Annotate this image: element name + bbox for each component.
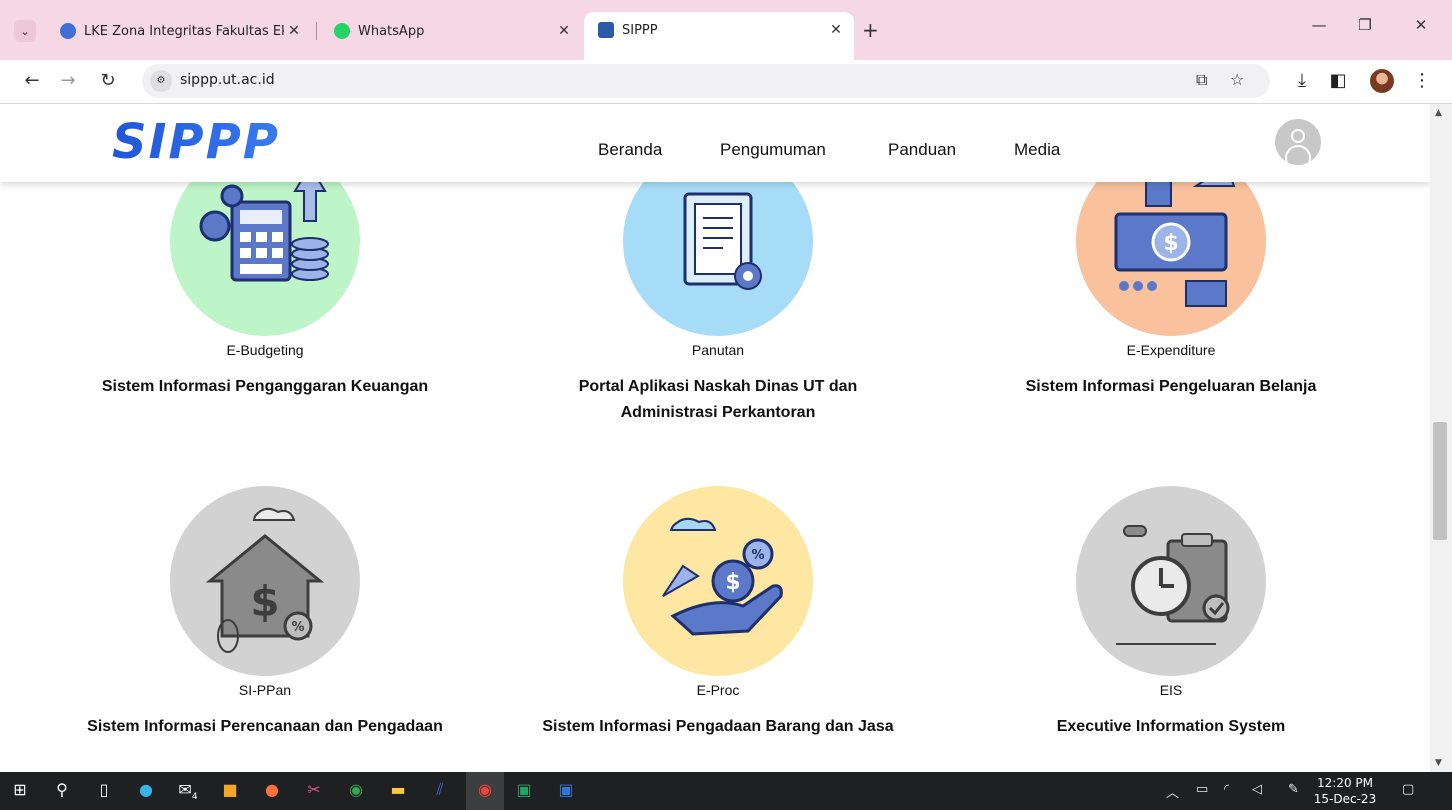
excel-icon[interactable]: ▣ [512, 780, 536, 802]
clock-date: 15-Dec-23 [1313, 792, 1377, 806]
address-bar[interactable]: ⚙ sippp.ut.ac.id ⧉ ☆ [142, 64, 1270, 98]
app-card-e-proc[interactable]: $ % E-Proc Sistem Informasi Pengadaan Ba… [498, 484, 938, 772]
file-explorer-icon[interactable]: ▬ [386, 780, 410, 802]
scroll-down-icon[interactable]: ▼ [1435, 758, 1442, 768]
notification-icon[interactable]: ▢ [1402, 782, 1414, 797]
tab-whatsapp[interactable]: WhatsApp ✕ [320, 14, 582, 48]
windows-start-icon[interactable]: ⊞ [8, 780, 32, 802]
wifi-icon[interactable]: ◜ [1224, 782, 1229, 797]
hand-coin-icon: $ % [623, 486, 813, 676]
mail-badge: 4 [191, 792, 198, 803]
house-money-icon: $ % [170, 486, 360, 676]
tab-sippp[interactable]: SIPPP ✕ [584, 12, 854, 60]
app-description: Sistem Informasi Penganggaran Keuangan [101, 378, 429, 395]
svg-text:%: % [751, 548, 764, 563]
tab-title: LKE Zona Integritas Fakultas Ek [84, 23, 284, 39]
task-view-icon[interactable]: ▯ [92, 780, 116, 802]
browser-tab-bar: ⌄ LKE Zona Integritas Fakultas Ek ✕ What… [0, 0, 1452, 60]
search-icon[interactable]: ⚲ [50, 780, 74, 802]
clock-time: 12:20 PM [1317, 776, 1373, 790]
restore-icon[interactable]: ❐ [1350, 16, 1380, 34]
scroll-up-icon[interactable]: ▲ [1435, 108, 1442, 118]
forward-icon[interactable]: → [56, 70, 80, 91]
page-scrollbar[interactable]: ▲ ▼ [1430, 104, 1452, 772]
app-name: Panutan [691, 342, 745, 358]
page-content: SIPPP Beranda Pengumuman Panduan Media E… [0, 104, 1430, 772]
nav-beranda[interactable]: Beranda [598, 140, 662, 160]
svg-text:$: $ [250, 577, 279, 626]
chrome-icon[interactable]: ◉ [344, 780, 368, 802]
app-name: EIS [1159, 682, 1183, 698]
ut-logo-icon [598, 22, 614, 38]
nav-pengumuman[interactable]: Pengumuman [720, 140, 826, 160]
url-text[interactable]: sippp.ut.ac.id [180, 72, 275, 88]
app-name: E-Budgeting [226, 342, 304, 358]
firefox-icon[interactable]: ● [260, 780, 284, 802]
svg-text:%: % [291, 620, 304, 635]
app-card-eis[interactable]: EIS Executive Information System [951, 484, 1391, 772]
word-icon[interactable]: ▣ [554, 780, 578, 802]
bookmark-star-icon[interactable]: ☆ [1230, 70, 1244, 89]
chrome-profile-icon[interactable]: ◉ [473, 780, 497, 802]
battery-icon[interactable]: ▭ [1196, 782, 1208, 797]
site-settings-icon[interactable]: ⚙ [150, 70, 172, 92]
app-description: Sistem Informasi Perencanaan dan Pengada… [87, 718, 443, 735]
minimize-icon[interactable]: — [1304, 16, 1334, 34]
app-description: Sistem Informasi Pengadaan Barang dan Ja… [542, 718, 894, 735]
tab-lke[interactable]: LKE Zona Integritas Fakultas Ek ✕ [46, 14, 312, 48]
install-app-icon[interactable]: ⧉ [1196, 70, 1207, 90]
taskbar-clock[interactable]: 12:20 PM 15-Dec-23 [1310, 775, 1380, 807]
browser-toolbar: ← → ↻ ⚙ sippp.ut.ac.id ⧉ ☆ ⤓ ◧ ⋮ [0, 60, 1452, 104]
app-slash-icon[interactable]: ⫽ [428, 780, 452, 802]
outlook-icon[interactable]: ■ [218, 780, 242, 802]
close-window-icon[interactable]: ✕ [1406, 16, 1436, 34]
close-icon[interactable]: ✕ [826, 22, 846, 38]
close-icon[interactable]: ✕ [284, 23, 304, 39]
reload-icon[interactable]: ↻ [96, 70, 120, 91]
tab-separator [316, 22, 317, 40]
user-avatar[interactable] [1275, 119, 1321, 165]
mail-icon[interactable]: ✉4 [176, 780, 200, 802]
tab-search-button[interactable]: ⌄ [14, 20, 36, 42]
app-name: SI-PPan [238, 682, 292, 698]
user-body-icon [1285, 145, 1311, 165]
profile-avatar[interactable] [1370, 69, 1394, 93]
download-icon[interactable]: ⤓ [1290, 70, 1314, 91]
windows-taskbar: ⊞ ⚲ ▯ ● ✉4 ■ ● ✂ ◉ ▬ ⫽ ◉ ▣ ▣ ︿ ▭ ◜ ◁ ✎ 1… [0, 772, 1452, 810]
nav-panduan[interactable]: Panduan [888, 140, 956, 160]
snipping-tool-icon[interactable]: ✂ [302, 780, 326, 802]
app-card-si-ppan[interactable]: $ % SI-PPan Sistem Informasi Perencanaan… [45, 484, 485, 772]
user-head-icon [1291, 129, 1305, 143]
side-panel-icon[interactable]: ◧ [1326, 70, 1350, 91]
new-tab-button[interactable]: + [862, 18, 879, 42]
back-icon[interactable]: ← [20, 70, 44, 91]
site-header: SIPPP Beranda Pengumuman Panduan Media [0, 104, 1430, 182]
whatsapp-icon [334, 23, 350, 39]
app-name: E-Expenditure [1126, 342, 1216, 358]
svg-text:$: $ [725, 570, 740, 595]
volume-icon[interactable]: ◁ [1252, 782, 1262, 797]
tab-title: SIPPP [622, 22, 658, 38]
app-description: Executive Information System [1056, 718, 1286, 735]
app-description: Sistem Informasi Pengeluaran Belanja [1025, 378, 1317, 395]
tab-title: WhatsApp [358, 23, 425, 39]
menu-kebab-icon[interactable]: ⋮ [1410, 70, 1434, 91]
app-name: E-Proc [696, 682, 740, 698]
svg-text:$: $ [1163, 231, 1178, 256]
app-description: Portal Aplikasi Naskah Dinas UT dan Admi… [578, 378, 858, 421]
nav-media[interactable]: Media [1014, 140, 1060, 160]
sippp-logo[interactable]: SIPPP [112, 114, 280, 170]
clipboard-clock-icon [1076, 486, 1266, 676]
scroll-thumb[interactable] [1433, 422, 1447, 540]
ut-logo-icon [60, 23, 76, 39]
chevron-down-icon: ⌄ [20, 24, 30, 38]
edge-icon[interactable]: ● [134, 780, 158, 802]
pen-icon[interactable]: ✎ [1288, 782, 1299, 797]
close-icon[interactable]: ✕ [554, 23, 574, 39]
tray-chevron-icon[interactable]: ︿ [1166, 782, 1179, 801]
